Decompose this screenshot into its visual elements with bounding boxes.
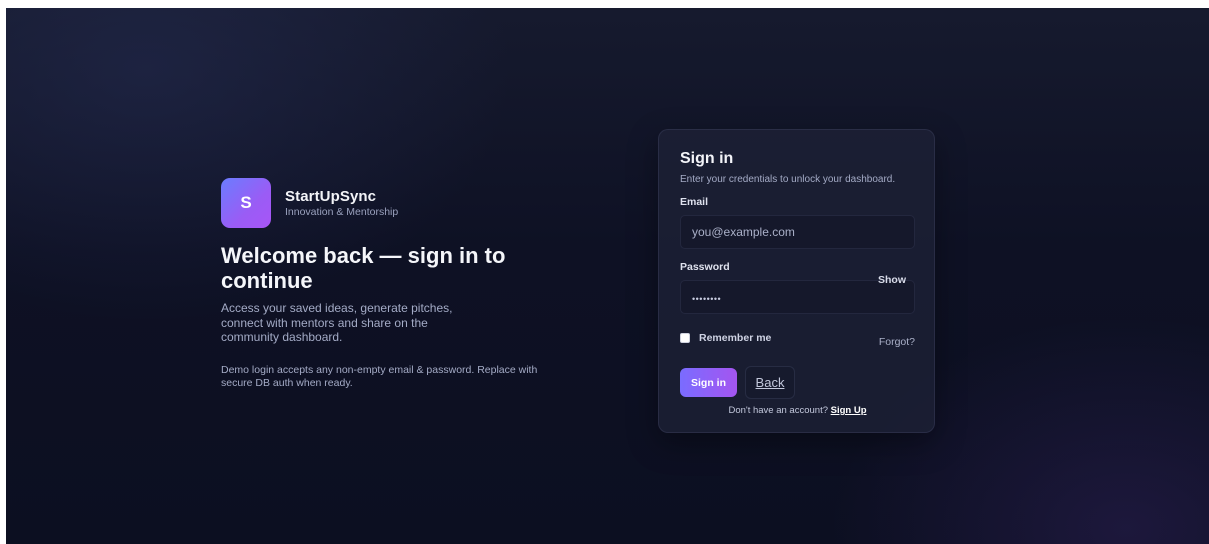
intro-description: Access your saved ideas, generate pitche… — [221, 301, 453, 345]
signup-prompt: Don't have an account? Sign Up — [680, 405, 915, 416]
remember-label: Remember me — [699, 332, 772, 344]
remember-row: Remember me Forgot? — [680, 328, 915, 348]
brand-tagline: Innovation & Mentorship — [285, 206, 399, 218]
demo-note: Demo login accepts any non-empty email &… — [221, 364, 538, 390]
page-title: Welcome back — sign in to continue — [221, 243, 506, 293]
signin-title: Sign in — [680, 150, 734, 167]
brand-logo: S — [221, 178, 271, 228]
remember-checkbox[interactable] — [680, 333, 690, 343]
form-actions: Sign in Back — [680, 366, 913, 399]
show-password-button[interactable]: Show — [878, 274, 906, 286]
email-label: Email — [680, 196, 709, 208]
signin-button[interactable]: Sign in — [680, 368, 737, 397]
signin-card: Sign in Enter your credentials to unlock… — [658, 129, 935, 433]
brand-text: StartUpSync Innovation & Mentorship — [285, 188, 398, 218]
remember-me[interactable]: Remember me — [680, 332, 771, 344]
intro-section: S StartUpSync Innovation & Mentorship We… — [221, 178, 581, 390]
forgot-password-link[interactable]: Forgot? — [879, 336, 915, 348]
signup-link[interactable]: Sign Up — [831, 405, 867, 416]
password-mask: •••••••• — [692, 294, 722, 304]
password-label: Password — [680, 261, 730, 273]
signin-subtitle: Enter your credentials to unlock your da… — [680, 174, 896, 185]
brand-logo-letter: S — [240, 193, 252, 212]
brand: S StartUpSync Innovation & Mentorship — [221, 178, 581, 228]
page-background: S StartUpSync Innovation & Mentorship We… — [6, 8, 1209, 544]
back-button[interactable]: Back — [745, 366, 795, 399]
email-field[interactable] — [680, 215, 915, 249]
password-wrapper: •••••••• Show — [680, 274, 915, 314]
no-account-text: Don't have an account? — [728, 405, 828, 416]
brand-name: StartUpSync — [285, 188, 377, 205]
